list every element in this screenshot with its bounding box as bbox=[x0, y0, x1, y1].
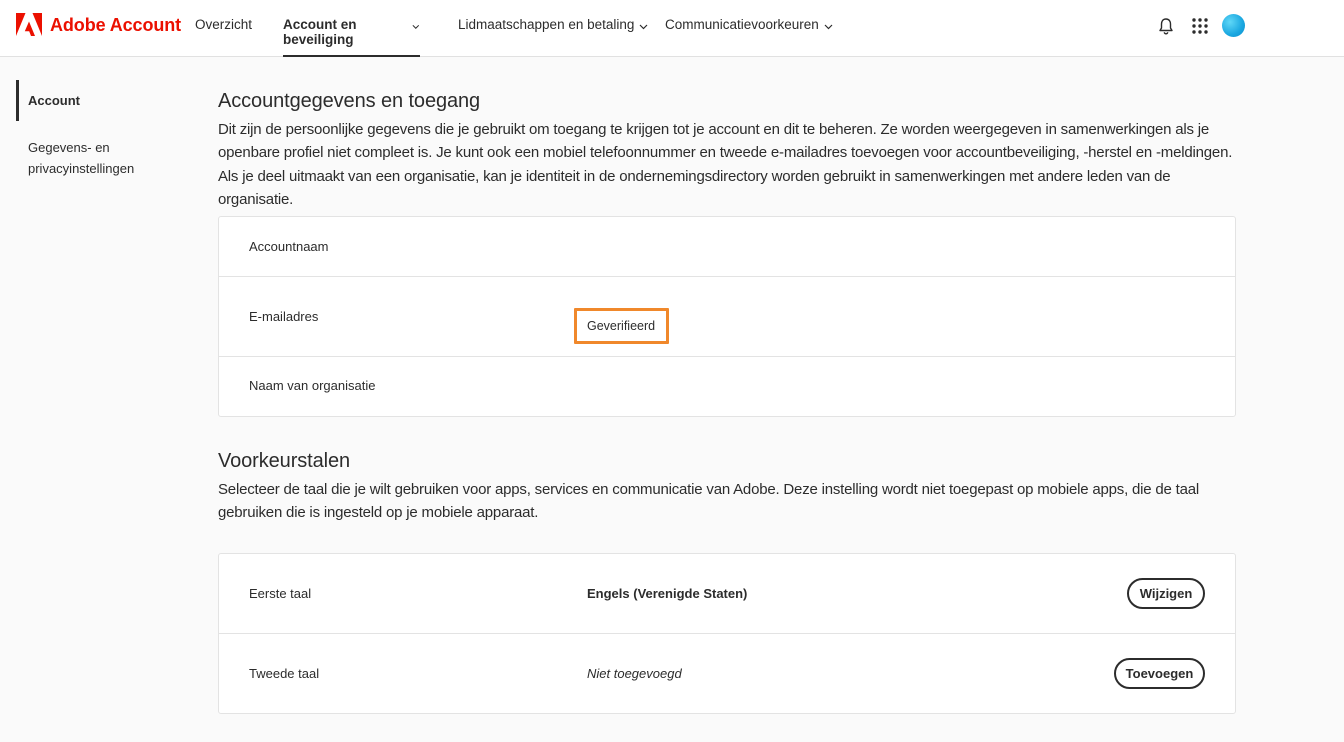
section-title: Voorkeurstalen bbox=[218, 450, 351, 472]
top-icons bbox=[1156, 14, 1245, 37]
nav-communication[interactable]: Communicatievoorkeuren bbox=[665, 17, 833, 57]
account-name-row: Accountnaam bbox=[219, 217, 1235, 277]
sidebar-item-label: privacyinstellingen bbox=[28, 161, 135, 176]
brand[interactable]: Adobe Account bbox=[16, 13, 181, 37]
avatar[interactable] bbox=[1222, 14, 1245, 37]
email-label: E-mailadres bbox=[249, 309, 319, 324]
sidebar-item-privacy[interactable]: Gegevens- en privacyinstellingen bbox=[16, 137, 166, 179]
sidebar-item-account[interactable]: Account bbox=[16, 80, 166, 121]
verified-status-badge: Geverifieerd bbox=[574, 308, 669, 344]
nav-overview[interactable]: Overzicht bbox=[195, 17, 252, 57]
section-description: Dit zijn de persoonlijke gegevens die je… bbox=[218, 121, 1233, 208]
language-card: Eerste taal Engels (Verenigde Staten) Wi… bbox=[218, 553, 1236, 714]
verified-status-text: Geverifieerd bbox=[587, 319, 656, 333]
account-name-label: Accountnaam bbox=[249, 239, 329, 254]
account-details-card: Accountnaam E-mailadres Geverifieerd Naa… bbox=[218, 216, 1236, 417]
first-language-row: Eerste taal Engels (Verenigde Staten) Wi… bbox=[219, 554, 1235, 634]
chevron-down-icon bbox=[824, 24, 833, 30]
nav-memberships-label: Lidmaatschappen en betaling bbox=[458, 17, 635, 32]
language-section-header: Voorkeurstalen Selecteer de taal die je … bbox=[218, 450, 1236, 525]
change-language-button[interactable]: Wijzigen bbox=[1127, 578, 1205, 609]
app-grid-icon[interactable] bbox=[1190, 16, 1210, 36]
top-navigation-bar: Adobe Account Overzicht Account en bevei… bbox=[0, 0, 1344, 57]
second-language-row: Tweede taal Niet toegevoegd Toevoegen bbox=[219, 634, 1235, 714]
first-language-label: Eerste taal bbox=[249, 586, 312, 601]
organization-label: Naam van organisatie bbox=[249, 378, 376, 393]
bell-icon[interactable] bbox=[1156, 16, 1176, 36]
section-description: Selecteer de taal die je wilt gebruiken … bbox=[218, 481, 1200, 522]
chevron-down-icon bbox=[639, 24, 648, 30]
account-section-header: Accountgegevens en toegang Dit zijn de p… bbox=[218, 90, 1236, 211]
side-navigation: Account Gegevens- en privacyinstellingen bbox=[16, 80, 166, 179]
organization-row: Naam van organisatie bbox=[219, 357, 1235, 416]
brand-name: Adobe Account bbox=[50, 14, 182, 35]
first-language-value: Engels (Verenigde Staten) bbox=[587, 586, 748, 601]
nav-communication-label: Communicatievoorkeuren bbox=[665, 17, 819, 32]
nav-account-security-label: Account en beveiliging bbox=[283, 17, 357, 47]
adobe-logo-icon bbox=[16, 13, 42, 36]
nav-account-security[interactable]: Account en beveiliging bbox=[283, 17, 420, 57]
nav-memberships[interactable]: Lidmaatschappen en betaling bbox=[458, 17, 648, 57]
second-language-label: Tweede taal bbox=[249, 666, 320, 681]
section-title: Accountgegevens en toegang bbox=[218, 90, 481, 112]
second-language-value: Niet toegevoegd bbox=[587, 666, 682, 681]
add-language-button[interactable]: Toevoegen bbox=[1114, 658, 1205, 689]
sidebar-item-label: Account bbox=[28, 93, 80, 108]
chevron-down-icon bbox=[412, 24, 420, 29]
email-row: E-mailadres Geverifieerd bbox=[219, 277, 1235, 357]
nav-overview-label: Overzicht bbox=[195, 17, 253, 32]
sidebar-item-label: Gegevens- en bbox=[28, 140, 110, 155]
